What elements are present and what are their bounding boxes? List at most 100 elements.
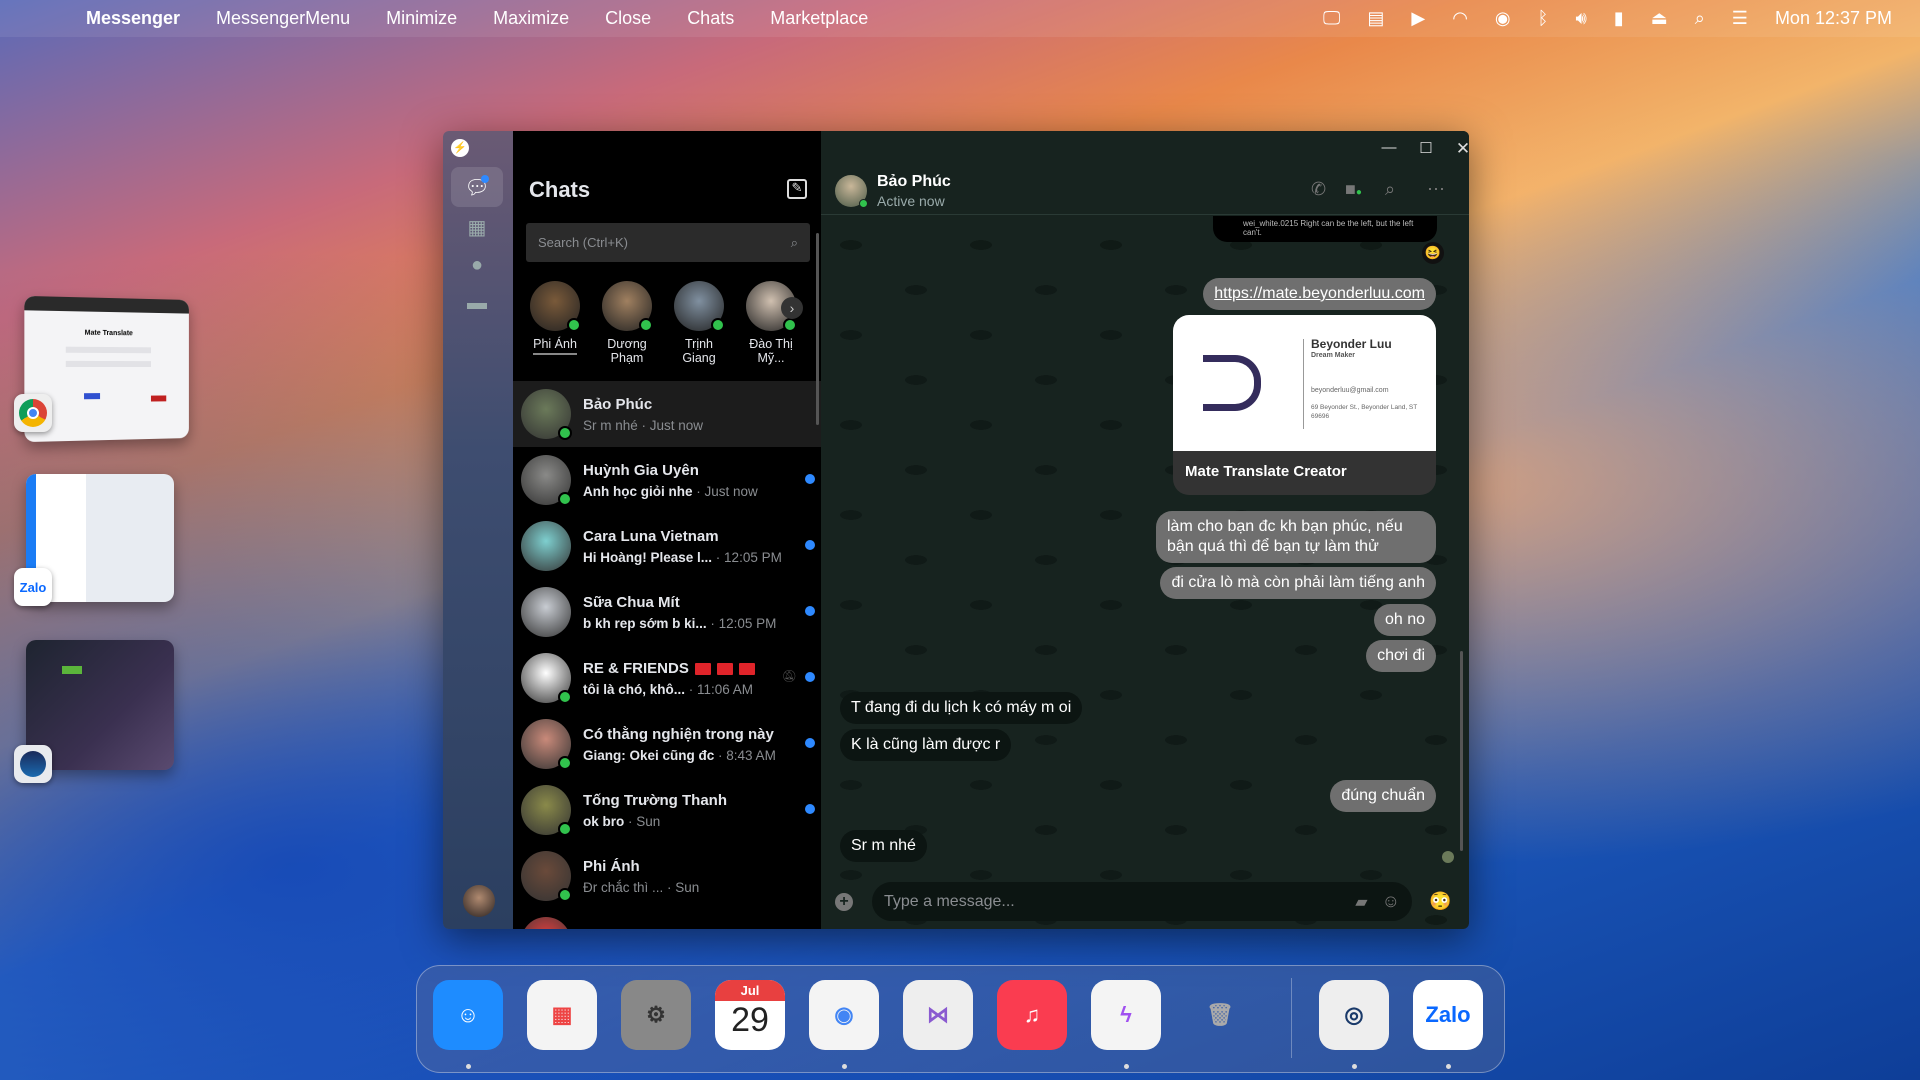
- chrome-badge-icon: [14, 394, 52, 432]
- emoji-icon[interactable]: ☺: [1382, 891, 1400, 912]
- archive-nav-button[interactable]: ▬: [451, 283, 503, 323]
- menu-marketplace[interactable]: Marketplace: [770, 8, 868, 29]
- close-window-button[interactable]: ✕: [1448, 139, 1469, 159]
- story-item[interactable]: Trịnh Giang: [667, 281, 731, 365]
- add-attachment-button[interactable]: +: [835, 893, 853, 911]
- dock-zalo-icon[interactable]: Zalo: [1413, 980, 1483, 1050]
- compose-icon: ✎: [792, 180, 803, 195]
- sticker-icon[interactable]: ▰: [1355, 892, 1367, 912]
- dock-music-icon[interactable]: ♫: [997, 980, 1067, 1050]
- chat-row[interactable]: Có thằng nghiện trong này Giang: Okei cũn…: [513, 711, 821, 777]
- more-options-icon[interactable]: ⋯: [1427, 179, 1445, 200]
- wifi-icon[interactable]: ◠: [1452, 8, 1468, 29]
- received-message[interactable]: T đang đi du lịch k có máy m oi: [840, 692, 1082, 724]
- chat-name: Sữa Chua Mít: [583, 594, 783, 611]
- stories-next-button[interactable]: ›: [781, 297, 803, 319]
- chat-row[interactable]: Grade A Crew: [513, 909, 821, 929]
- chat-text: Tống Trường Thanh ok bro · Sun: [583, 792, 783, 829]
- dock-messenger-icon[interactable]: ϟ: [1091, 980, 1161, 1050]
- sent-message[interactable]: đúng chuẩn: [1330, 780, 1436, 812]
- chat-list-scrollbar[interactable]: [816, 233, 819, 425]
- search-conversation-icon[interactable]: ⌕: [1385, 179, 1395, 200]
- new-message-button[interactable]: ✎: [787, 179, 807, 199]
- menu-maximize[interactable]: Maximize: [493, 8, 569, 29]
- chat-row[interactable]: Phi Ánh Đr chắc thì ... · Sun: [513, 843, 821, 909]
- play-icon[interactable]: ▶: [1411, 8, 1425, 29]
- quick-reaction-emoji-icon[interactable]: 😳: [1429, 891, 1451, 912]
- chat-preview: Hi Hoàng! Please l...: [583, 550, 712, 565]
- dock-google-chrome-icon[interactable]: ◉: [809, 980, 879, 1050]
- quoted-message-preview[interactable]: wei_white.0215 Right can be the left, bu…: [1213, 216, 1437, 242]
- link-preview-card[interactable]: Beyonder Luu Dream Maker beyonderluu@gma…: [1173, 315, 1436, 495]
- sent-message[interactable]: đi cửa lò mà còn phải làm tiếng anh: [1160, 567, 1436, 599]
- received-message[interactable]: Sr m nhé: [840, 830, 927, 862]
- chat-row[interactable]: Tống Trường Thanh ok bro · Sun: [513, 777, 821, 843]
- menu-app-name[interactable]: Messenger: [86, 8, 180, 29]
- chat-time: Sun: [675, 880, 699, 895]
- chat-row[interactable]: Bảo Phúc Sr m nhé · Just now: [513, 381, 821, 447]
- chat-preview: ok bro: [583, 814, 624, 829]
- story-item[interactable]: Dương Phạm: [595, 281, 659, 365]
- eject-icon[interactable]: ⏏: [1651, 8, 1668, 29]
- chat-avatar: [521, 389, 571, 439]
- search-icon[interactable]: ⌕: [1695, 8, 1705, 29]
- contact-name[interactable]: Bảo Phúc: [877, 173, 951, 191]
- link-message[interactable]: https://mate.beyonderluu.com: [1203, 278, 1436, 310]
- chat-name: Bảo Phúc: [583, 396, 783, 413]
- dock-calendar-icon[interactable]: Jul 29: [715, 980, 785, 1050]
- marketplace-nav-button[interactable]: ▦: [451, 207, 503, 247]
- video-call-icon[interactable]: ■●: [1345, 179, 1362, 200]
- volume-icon[interactable]: 🔊︎: [1575, 8, 1586, 29]
- menu-minimize[interactable]: Minimize: [386, 8, 457, 29]
- chat-row[interactable]: RE & FRIENDS tôi là chó, khô... · 11:06 A…: [513, 645, 821, 711]
- active-stories: Đào Thị Mỹ... Trịnh Giang Dương Phạm Phi Án…: [513, 281, 821, 373]
- conversation-scrollbar[interactable]: [1460, 651, 1463, 851]
- sidebar-icon[interactable]: ▤: [1367, 8, 1384, 29]
- unread-indicator: [805, 540, 815, 550]
- thumbnail-title: Mate Translate: [24, 329, 189, 338]
- story-name: Dương Phạm: [607, 337, 647, 365]
- sent-message[interactable]: chơi đi: [1366, 640, 1436, 672]
- display-icon[interactable]: 🖵: [1323, 8, 1340, 29]
- online-indicator: [567, 318, 581, 332]
- dock-visual-studio-icon[interactable]: ⋈: [903, 980, 973, 1050]
- card-brand: Beyonder Luu: [1311, 337, 1392, 351]
- chat-row[interactable]: Cara Luna Vietnam Hi Hoàng! Please l... ·…: [513, 513, 821, 579]
- chat-preview-line: tôi là chó, khô... · 11:06 AM: [583, 682, 783, 697]
- separator: ·: [624, 814, 636, 829]
- sent-message[interactable]: oh no: [1374, 604, 1436, 636]
- user-icon[interactable]: ◉: [1495, 8, 1511, 29]
- chat-row[interactable]: Sữa Chua Mít b kh rep sớm b ki... · 12:05…: [513, 579, 821, 645]
- bluetooth-icon[interactable]: ᛒ: [1538, 8, 1549, 29]
- clock[interactable]: Mon 12:37 PM: [1775, 8, 1892, 29]
- battery-icon[interactable]: ▮: [1614, 8, 1624, 29]
- online-indicator: [558, 888, 572, 902]
- dock-finder-icon[interactable]: ☺: [433, 980, 503, 1050]
- reaction-emoji-icon[interactable]: 😆: [1422, 242, 1444, 264]
- menu-messengermenu[interactable]: MessengerMenu: [216, 8, 350, 29]
- profile-avatar[interactable]: [463, 885, 495, 917]
- requests-nav-button[interactable]: ●: [451, 245, 503, 285]
- search-input[interactable]: [538, 235, 791, 250]
- maximize-window-button[interactable]: ☐: [1411, 139, 1441, 157]
- minimize-window-button[interactable]: —: [1374, 139, 1404, 156]
- control-center-icon[interactable]: ☰: [1732, 8, 1748, 29]
- chat-row[interactable]: Huỳnh Gia Uyên Anh học giỏi nhe · Just no…: [513, 447, 821, 513]
- story-item[interactable]: Đào Thị Mỹ...: [739, 281, 803, 365]
- story-item[interactable]: Phi Ánh: [523, 281, 587, 355]
- dock-launchpad-icon[interactable]: ▦: [527, 980, 597, 1050]
- dock-system-settings-icon[interactable]: ⚙: [621, 980, 691, 1050]
- contact-avatar[interactable]: [835, 175, 867, 207]
- chat-time: Just now: [650, 418, 703, 433]
- dock-trash-icon[interactable]: 🗑︎: [1185, 980, 1255, 1050]
- menu-chats[interactable]: Chats: [687, 8, 734, 29]
- running-indicator: [1446, 1064, 1451, 1069]
- sent-message[interactable]: làm cho bạn đc kh bạn phúc, nếu bận quá …: [1156, 511, 1436, 563]
- menu-close[interactable]: Close: [605, 8, 651, 29]
- received-message[interactable]: K là cũng làm được r: [840, 729, 1011, 761]
- chats-nav-button[interactable]: 💬︎: [451, 167, 503, 207]
- message-input[interactable]: [884, 893, 1355, 911]
- voice-call-icon[interactable]: ✆: [1311, 179, 1326, 200]
- dock-steam-icon[interactable]: ◎: [1319, 980, 1389, 1050]
- chat-time: 12:05 PM: [719, 616, 777, 631]
